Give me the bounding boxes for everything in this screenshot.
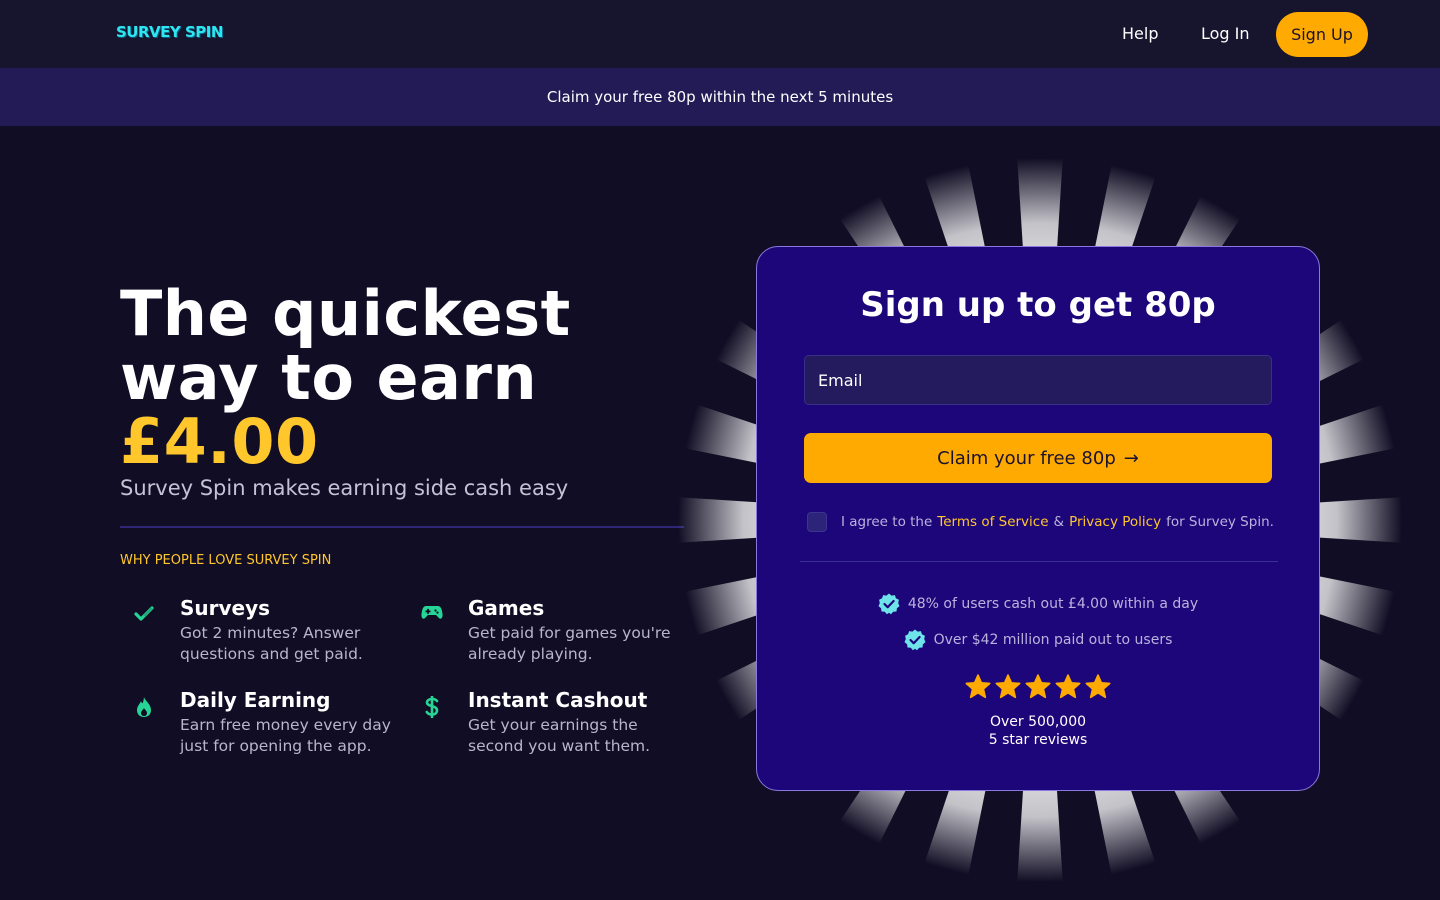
promo-banner-text: Claim your free 80p within the next 5 mi… bbox=[546, 88, 894, 106]
help-link[interactable]: Help bbox=[1122, 24, 1158, 43]
arrow-right-icon: → bbox=[1123, 447, 1139, 469]
feature-title: Surveys bbox=[180, 596, 271, 620]
star-icon bbox=[1085, 674, 1111, 699]
reviews-line2: 5 star reviews bbox=[988, 732, 1088, 748]
stat-cashout-text: 48% of users cash out £4.00 within a day bbox=[907, 596, 1199, 612]
top-nav: SURVEY SPIN Help Log In Sign Up bbox=[0, 0, 1440, 68]
hero-title-line1: The quickest bbox=[120, 277, 571, 350]
email-input[interactable] bbox=[804, 355, 1272, 405]
star-icon bbox=[995, 674, 1021, 699]
gamepad-icon bbox=[408, 604, 456, 627]
why-label: WHY PEOPLE LOVE SURVEY SPIN bbox=[120, 553, 332, 568]
feature-title: Daily Earning bbox=[180, 688, 331, 712]
feature-title: Games bbox=[468, 596, 545, 620]
stat-paid-out: Over $42 million paid out to users bbox=[757, 629, 1319, 651]
check-icon bbox=[120, 604, 168, 629]
stat-paid-out-text: Over $42 million paid out to users bbox=[933, 632, 1173, 648]
terms-of-service-link[interactable]: Terms of Service bbox=[937, 514, 1048, 530]
feature-desc: Earn free money every day just for openi… bbox=[180, 716, 391, 755]
promo-banner: Claim your free 80p within the next 5 mi… bbox=[0, 68, 1440, 126]
dollar-icon bbox=[408, 695, 456, 723]
agree-suffix: for Survey Spin. bbox=[1166, 514, 1274, 530]
signup-card-title: Sign up to get 80p bbox=[860, 285, 1216, 325]
hero-title-line2: way to earn bbox=[120, 341, 538, 414]
reviews-text: Over 500,000 5 star reviews bbox=[757, 713, 1319, 749]
star-icon bbox=[1055, 674, 1081, 699]
login-link[interactable]: Log In bbox=[1201, 24, 1250, 43]
verified-badge-icon bbox=[904, 629, 926, 651]
card-divider bbox=[800, 561, 1278, 562]
star-icon bbox=[965, 674, 991, 699]
star-rating bbox=[757, 673, 1319, 701]
signup-card: Sign up to get 80p Claim your free 80p →… bbox=[756, 246, 1320, 791]
hero-title: The quickest way to earn £4.00 bbox=[120, 282, 571, 474]
reviews-line1: Over 500,000 bbox=[989, 714, 1087, 730]
hero-amount: £4.00 bbox=[120, 405, 319, 478]
privacy-policy-link[interactable]: Privacy Policy bbox=[1069, 514, 1161, 530]
star-icon bbox=[1025, 674, 1051, 699]
stat-cashout: 48% of users cash out £4.00 within a day bbox=[757, 593, 1319, 615]
feature-title: Instant Cashout bbox=[468, 688, 648, 712]
terms-agreement: I agree to the Terms of Service & Privac… bbox=[807, 511, 1274, 533]
signup-button[interactable]: Sign Up bbox=[1276, 12, 1368, 57]
flame-icon bbox=[120, 696, 168, 723]
terms-checkbox[interactable] bbox=[807, 512, 827, 532]
claim-button[interactable]: Claim your free 80p → bbox=[804, 433, 1272, 483]
survey-spin-logo[interactable]: SURVEY SPIN bbox=[116, 23, 223, 41]
agree-ampersand: & bbox=[1053, 514, 1065, 530]
feature-desc: Got 2 minutes? Answer questions and get … bbox=[180, 624, 363, 663]
feature-desc: Get paid for games you're already playin… bbox=[468, 624, 671, 663]
claim-button-label: Claim your free 80p bbox=[937, 447, 1116, 469]
feature-desc: Get your earnings the second you want th… bbox=[468, 716, 651, 755]
verified-badge-icon bbox=[878, 593, 900, 615]
agree-prefix: I agree to the bbox=[841, 514, 933, 530]
hero-divider bbox=[120, 526, 684, 528]
hero-subtitle: Survey Spin makes earning side cash easy bbox=[120, 476, 569, 500]
